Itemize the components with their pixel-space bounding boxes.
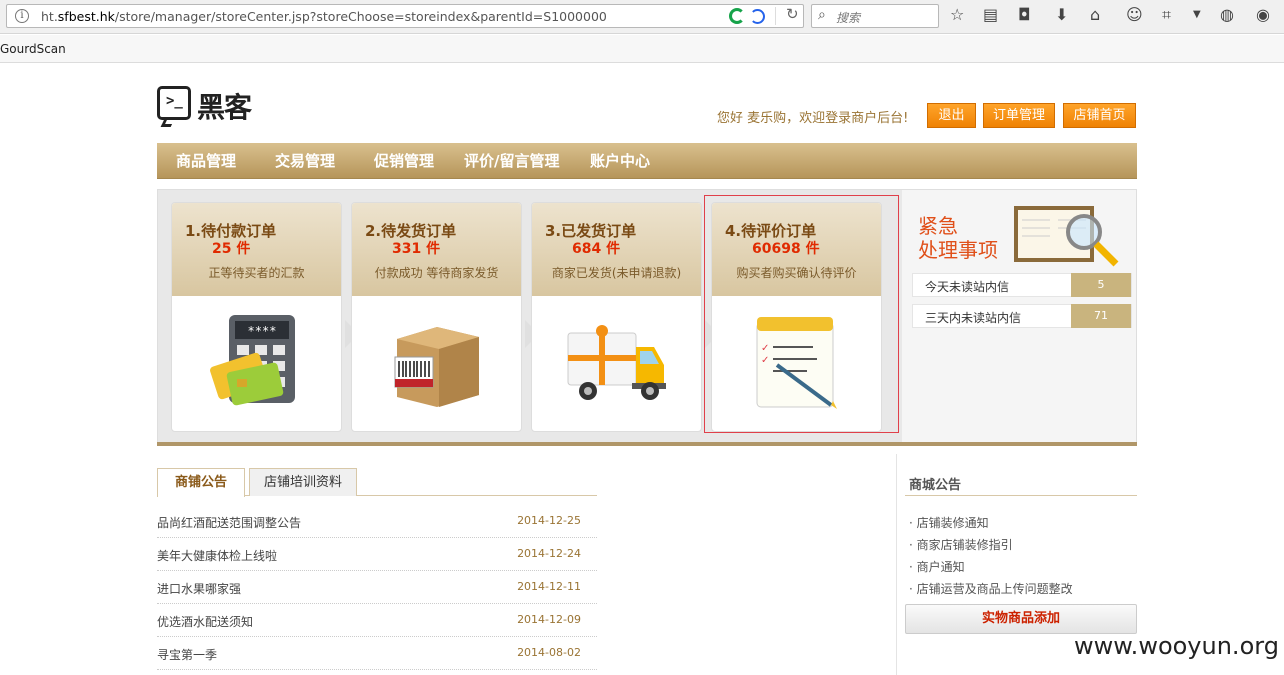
nav-item-products[interactable]: 商品管理 xyxy=(176,143,236,179)
delivery-truck-icon xyxy=(567,325,666,400)
announcement-title[interactable]: 进口水果哪家强 xyxy=(157,580,241,597)
mall-item-link[interactable]: · 商户通知 xyxy=(909,558,965,575)
card-header: 1.待付款订单 25 件 正等待买者的汇款 xyxy=(172,203,341,296)
announcement-date: 2014-12-25 xyxy=(517,514,581,527)
mall-title: 商城公告 xyxy=(909,478,962,493)
bookmark-star-icon[interactable]: ☆ xyxy=(950,5,964,25)
tab-training-materials[interactable]: 店铺培训资料 xyxy=(249,468,357,496)
chat-bubble-icon[interactable]: ◍ xyxy=(1220,5,1234,25)
announcement-date: 2014-12-11 xyxy=(517,580,581,593)
tab-store-announcements[interactable]: 商铺公告 xyxy=(157,468,245,497)
announcement-row[interactable]: 品尚红酒配送范围调整公告 2014-12-25 xyxy=(157,505,597,538)
announcement-date: 2014-12-09 xyxy=(517,613,581,626)
logo-prompt: >_ xyxy=(166,93,183,109)
mall-item-link[interactable]: · 商家店铺装修指引 xyxy=(909,536,1013,553)
site-logo[interactable]: >_ 黑客 xyxy=(157,84,267,130)
card-count: 684 件 xyxy=(572,241,621,257)
nav-item-trades[interactable]: 交易管理 xyxy=(275,143,335,179)
search-icon: ⌕ xyxy=(818,7,826,23)
add-physical-product-button[interactable]: 实物商品添加 xyxy=(905,604,1137,634)
announcement-title[interactable]: 品尚红酒配送范围调整公告 xyxy=(157,514,301,531)
urgent-title-line1: 紧急 xyxy=(918,214,958,238)
order-management-button[interactable]: 订单管理 xyxy=(983,103,1055,128)
logout-button[interactable]: 退出 xyxy=(927,103,976,128)
card-desc: 付款成功 等待商家发货 xyxy=(374,266,499,280)
mall-item-link[interactable]: · 店铺运营及商品上传问题整改 xyxy=(909,580,1073,597)
mall-divider xyxy=(905,495,1137,496)
url-text[interactable]: ht.sfbest.hk/store/manager/storeCenter.j… xyxy=(41,9,607,24)
bookmarks-bar: GourdScan xyxy=(0,35,1284,63)
task-card-pending-shipment[interactable]: 2.待发货订单 331 件 付款成功 等待商家发货 xyxy=(351,202,522,432)
task-card-pending-payment[interactable]: 1.待付款订单 25 件 正等待买者的汇款 **** xyxy=(171,202,342,432)
watermark: www.wooyun.org xyxy=(1074,632,1279,660)
main-nav: 商品管理 交易管理 促销管理 评价/留言管理 账户中心 xyxy=(157,143,1137,179)
announcement-tabs: 商铺公告 店铺培训资料 xyxy=(157,468,597,497)
announcement-row[interactable]: 美年大健康体检上线啦 2014-12-24 xyxy=(157,538,597,571)
smiley-icon[interactable]: ☺ xyxy=(1126,5,1143,25)
nav-item-reviews[interactable]: 评价/留言管理 xyxy=(464,143,559,179)
crop-icon[interactable]: ⌗ xyxy=(1162,5,1171,25)
search-placeholder: 搜索 xyxy=(836,11,861,25)
announcement-row[interactable]: 进口水果哪家强 2014-12-11 xyxy=(157,571,597,604)
announcement-row[interactable]: 寻宝第一季 2014-08-02 xyxy=(157,637,597,670)
nav-item-promotions[interactable]: 促销管理 xyxy=(374,143,434,179)
announcement-title[interactable]: 寻宝第一季 xyxy=(157,646,217,663)
urgent-row-three-days[interactable]: 三天内未读站内信 71 xyxy=(912,304,1132,328)
g-extension-icon[interactable] xyxy=(729,8,745,24)
welcome-text: 您好 麦乐购，欢迎登录商户后台! xyxy=(717,111,909,126)
book-magnifier-icon xyxy=(1014,206,1119,267)
urgent-row-count: 71 xyxy=(1071,304,1131,328)
svg-text:****: **** xyxy=(248,324,277,338)
urgent-title-line2: 处理事项 xyxy=(918,238,998,262)
card-desc: 商家已发货(未申请退款) xyxy=(551,266,682,280)
profile-icon[interactable]: ◉ xyxy=(1256,5,1270,25)
card-header: 2.待发货订单 331 件 付款成功 等待商家发货 xyxy=(352,203,521,296)
logo-text: 黑客 xyxy=(197,91,252,124)
urgent-row-today[interactable]: 今天未读站内信 5 xyxy=(912,273,1132,297)
store-manager-page: >_ 黑客 您好 麦乐购，欢迎登录商户后台! 退出 订单管理 店铺首页 商品管理… xyxy=(157,64,1137,675)
card-desc: 正等待买者的汇款 xyxy=(208,266,305,280)
urgent-row-label: 三天内未读站内信 xyxy=(925,311,1022,325)
mall-item-link[interactable]: · 店铺装修通知 xyxy=(909,514,989,531)
urgent-row-count: 5 xyxy=(1071,273,1131,297)
home-icon[interactable]: ⌂ xyxy=(1090,5,1100,25)
announcement-title[interactable]: 美年大健康体检上线啦 xyxy=(157,547,277,564)
site-info-icon[interactable]: i xyxy=(15,9,29,23)
urgent-title: 紧急 处理事项 xyxy=(918,214,998,262)
store-home-button[interactable]: 店铺首页 xyxy=(1063,103,1136,128)
highlight-box xyxy=(704,195,899,433)
bookmark-gourdscan[interactable]: GourdScan xyxy=(0,42,66,56)
download-icon[interactable]: ⬇ xyxy=(1055,5,1068,25)
c-extension-icon[interactable] xyxy=(750,9,765,24)
calculator-cards-icon: **** xyxy=(210,315,295,406)
announcement-row[interactable]: 优选酒水配送须知 2014-12-09 xyxy=(157,604,597,637)
logo-bubble-icon: >_ xyxy=(157,86,191,120)
reload-icon[interactable]: ↻ xyxy=(786,5,799,23)
browser-toolbar: i ht.sfbest.hk/store/manager/storeCenter… xyxy=(0,0,1284,34)
urgent-panel: 紧急 处理事项 今天未读站内信 5 三天内未读站内信 71 xyxy=(902,190,1136,445)
urgent-row-label: 今天未读站内信 xyxy=(925,280,1010,294)
address-bar[interactable]: i ht.sfbest.hk/store/manager/storeCenter… xyxy=(6,4,804,28)
reading-list-icon[interactable]: ▤ xyxy=(983,5,998,25)
package-box-icon xyxy=(394,327,479,407)
chevron-down-icon[interactable]: ▼ xyxy=(1193,5,1201,25)
pocket-icon[interactable]: ◘ xyxy=(1018,5,1031,25)
address-separator xyxy=(775,7,776,25)
order-task-panel: 1.待付款订单 25 件 正等待买者的汇款 **** 2.待发货订单 331 件… xyxy=(157,189,1137,446)
browser-search-input[interactable]: ⌕ 搜索 xyxy=(811,4,939,28)
nav-item-account[interactable]: 账户中心 xyxy=(590,143,650,179)
announcement-title[interactable]: 优选酒水配送须知 xyxy=(157,613,253,630)
card-count: 25 件 xyxy=(212,241,251,257)
panel-bottom-border xyxy=(157,442,1137,446)
task-card-shipped[interactable]: 3.已发货订单 684 件 商家已发货(未申请退款) xyxy=(531,202,702,432)
announcement-date: 2014-08-02 xyxy=(517,646,581,659)
card-count: 331 件 xyxy=(392,241,441,257)
column-divider xyxy=(896,454,897,675)
announcement-date: 2014-12-24 xyxy=(517,547,581,560)
card-header: 3.已发货订单 684 件 商家已发货(未申请退款) xyxy=(532,203,701,296)
